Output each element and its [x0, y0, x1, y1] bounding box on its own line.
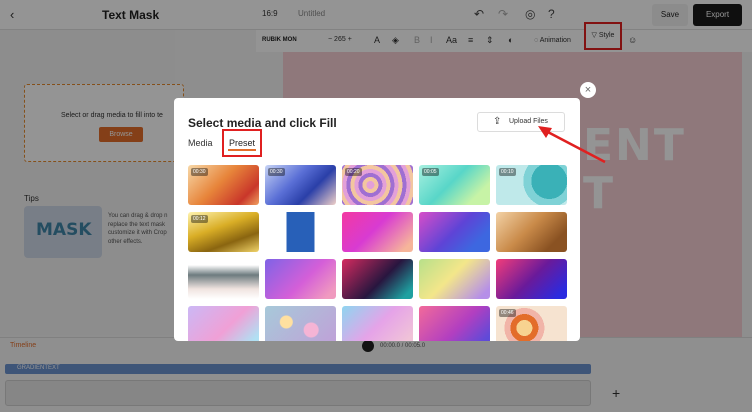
upload-icon: ⇪ [493, 116, 502, 127]
preset-tile[interactable] [419, 212, 490, 252]
dialog-title: Select media and click Fill [188, 116, 337, 130]
annotation-arrow [538, 126, 606, 164]
preset-tile[interactable]: 00:30 [188, 165, 259, 205]
preset-tile[interactable]: 00:12 [188, 212, 259, 252]
tab-preset[interactable]: Preset [222, 129, 262, 157]
preset-tile[interactable]: 00:30 [265, 165, 336, 205]
preset-tile[interactable] [265, 259, 336, 299]
preset-tile[interactable]: 00:20 [342, 165, 413, 205]
preset-tile[interactable] [188, 306, 259, 341]
preset-tile[interactable]: 00:05 [419, 165, 490, 205]
tile-duration-badge: 00:10 [499, 168, 516, 176]
fill-media-dialog: Select media and click Fill ⇪ Upload Fil… [174, 98, 580, 341]
preset-tile[interactable] [342, 259, 413, 299]
preset-tile[interactable] [265, 306, 336, 341]
tab-media[interactable]: Media [188, 138, 213, 148]
tab-preset-label: Preset [228, 138, 255, 148]
tile-duration-badge: 00:30 [191, 168, 208, 176]
tile-duration-badge: 00:05 [422, 168, 439, 176]
tile-duration-badge: 00:20 [345, 168, 362, 176]
tile-duration-badge: 00:46 [499, 309, 516, 317]
preset-tile[interactable] [496, 212, 567, 252]
preset-tile[interactable] [496, 259, 567, 299]
preset-tile[interactable] [342, 306, 413, 341]
active-tab-underline [228, 149, 256, 151]
preset-tile[interactable] [419, 306, 490, 341]
preset-tile[interactable] [342, 212, 413, 252]
preset-tile[interactable] [419, 259, 490, 299]
close-modal-button[interactable]: × [580, 82, 596, 98]
tile-duration-badge: 00:30 [268, 168, 285, 176]
preset-tile[interactable] [265, 212, 336, 252]
tile-duration-badge: 00:12 [191, 215, 208, 223]
preset-tile[interactable]: 00:46 [496, 306, 567, 341]
preset-tile[interactable] [188, 259, 259, 299]
